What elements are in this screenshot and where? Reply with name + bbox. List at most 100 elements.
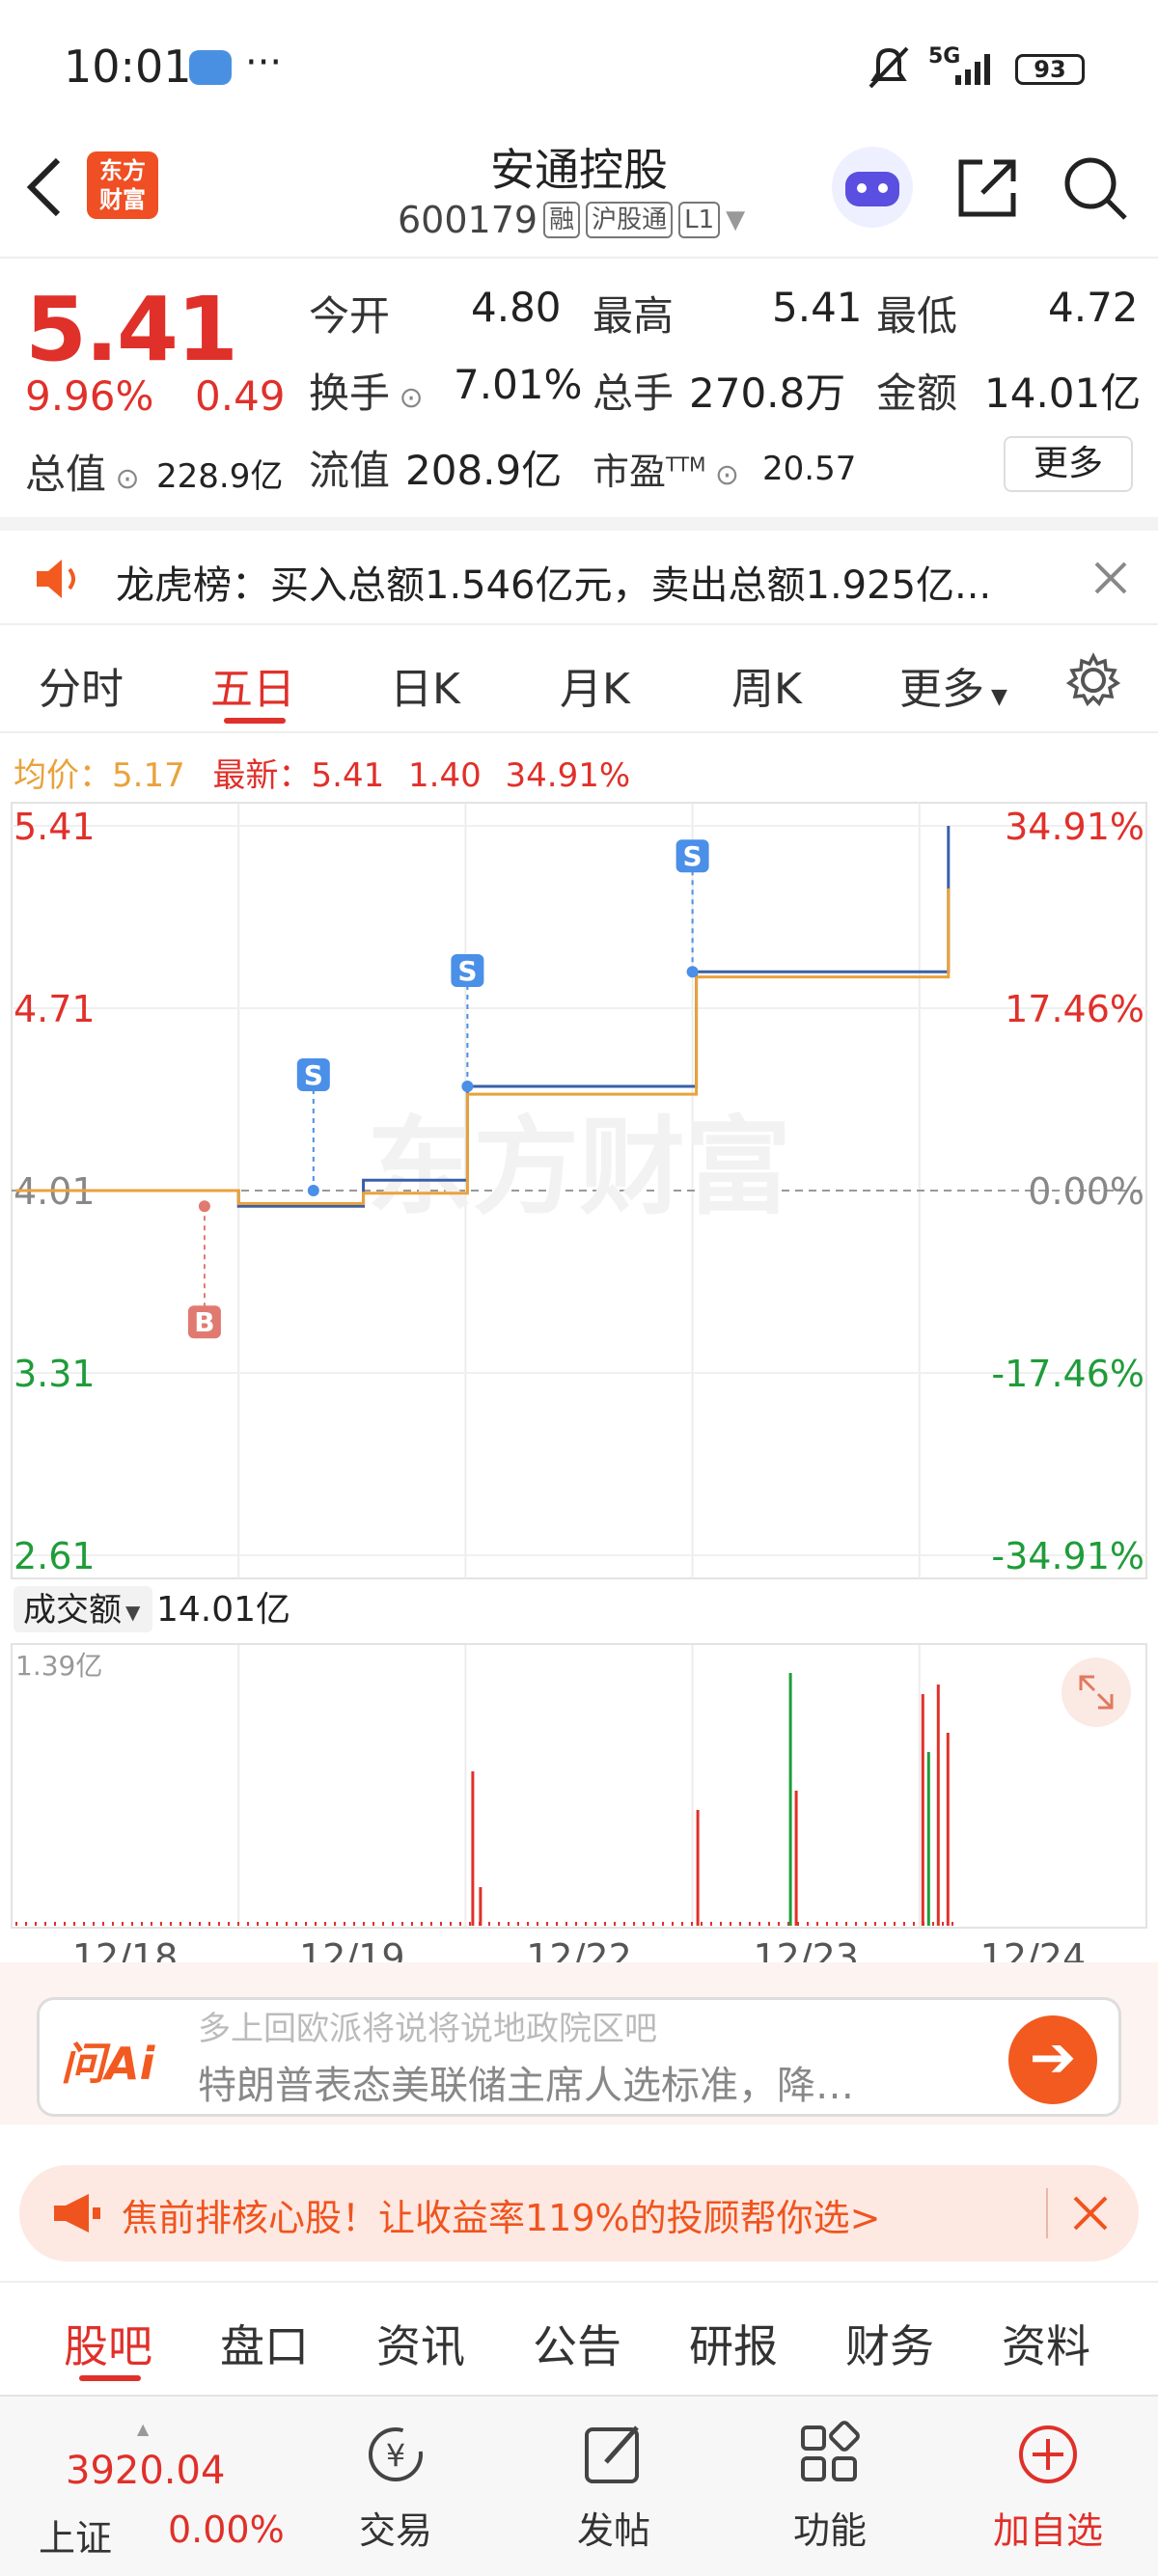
latest-pct: 34.91% xyxy=(505,756,631,795)
volume-bar xyxy=(228,1922,230,1926)
tab-profile[interactable]: 资料 xyxy=(1002,2312,1090,2375)
tab-research[interactable]: 研报 xyxy=(689,2312,778,2375)
volume-bar xyxy=(836,1922,838,1926)
tab-monthly-k[interactable]: 月K xyxy=(560,654,630,716)
volume-bar xyxy=(585,1922,587,1926)
volume-bar xyxy=(64,1922,66,1926)
mute-bell-icon xyxy=(868,46,909,89)
tab-guba[interactable]: 股吧 xyxy=(64,2312,152,2375)
tab-weekly-k[interactable]: 周K xyxy=(731,654,802,716)
volume-bar xyxy=(430,1922,432,1926)
volume-bar xyxy=(498,1922,500,1926)
ai-robot-avatar[interactable] xyxy=(832,147,913,228)
settings-gear-icon[interactable] xyxy=(1065,652,1121,708)
close-promo-icon[interactable] xyxy=(1071,2194,1110,2233)
volume-bar xyxy=(450,1922,452,1926)
dropdown-icon[interactable]: ▼ xyxy=(726,206,745,234)
bottom-nav: ▲ 3920.04 上证 0.00% ¥ 交易 发帖 功能 加自选 xyxy=(0,2395,1158,2576)
five-day-chart[interactable]: 东方财富 5.414.714.013.312.61 34.91%17.46%0.… xyxy=(0,799,1158,1976)
tab-five-day[interactable]: 五日 xyxy=(210,654,295,716)
content-tab-indicator xyxy=(79,2375,141,2381)
marker-label: S xyxy=(304,1059,323,1091)
volume-bar xyxy=(816,1922,818,1926)
volume-dropdown-icon[interactable]: ▼ xyxy=(125,1601,141,1624)
volume-bar xyxy=(913,1922,915,1926)
amount-value: 14.01亿 xyxy=(984,370,1142,417)
volume-bar xyxy=(15,1922,17,1926)
volume-bar xyxy=(652,1922,654,1926)
margin-tag: 融 xyxy=(543,202,581,238)
volume-bar xyxy=(344,1922,345,1926)
volume-bar xyxy=(662,1922,664,1926)
stock-subtitle: 600179 融 沪股通 L1 ▼ xyxy=(398,199,745,241)
volume-bar xyxy=(208,1922,210,1926)
grid-apps-icon xyxy=(801,2421,860,2481)
connect-tag: 沪股通 xyxy=(586,202,674,238)
volume-bar xyxy=(932,1922,934,1926)
close-icon[interactable] xyxy=(1092,560,1129,596)
volume-bar xyxy=(35,1922,37,1926)
volume-bar xyxy=(946,1733,950,1926)
change-percent: 9.96% xyxy=(25,372,154,420)
level-tag: L1 xyxy=(678,202,721,238)
nav-trade[interactable]: ¥ 交易 xyxy=(328,2420,463,2554)
status-bar: 10:01 ··· 5G 93 xyxy=(0,0,1158,135)
volume-bar xyxy=(826,1922,828,1926)
tab-orderbook[interactable]: 盘口 xyxy=(220,2312,309,2375)
volume-max-label: 1.39亿 xyxy=(15,1650,102,1682)
share-icon[interactable] xyxy=(953,152,1023,222)
right-tick-label: 17.46% xyxy=(1005,988,1144,1030)
quote-panel: 5.41 9.96% 0.49 总值 ⊙ 228.9亿 今开 4.80 最高 5… xyxy=(0,257,1158,517)
tab-announcements[interactable]: 公告 xyxy=(533,2312,621,2375)
volume-bar xyxy=(565,1922,567,1926)
volume-bar xyxy=(488,1922,490,1926)
search-icon[interactable] xyxy=(1060,152,1131,224)
volume-bar xyxy=(508,1922,510,1926)
ai-scroll-ghost: 多上回欧派将说将说地政院区吧 xyxy=(198,2010,657,2048)
tab-news[interactable]: 资讯 xyxy=(376,2312,465,2375)
volume-bar xyxy=(170,1922,172,1926)
volume-bar xyxy=(44,1922,46,1926)
current-price: 5.41 xyxy=(25,278,238,381)
amount-label: 金额 xyxy=(876,370,958,417)
volume-bar xyxy=(845,1922,847,1926)
volume-bar xyxy=(392,1922,394,1926)
nav-add-watchlist[interactable]: 加自选 xyxy=(980,2420,1116,2554)
volume-label: 总手 xyxy=(593,370,675,417)
avg-label: 均价： xyxy=(14,756,112,795)
turnover-label: 换手 ⊙ xyxy=(309,370,424,417)
volume-bar xyxy=(537,1922,538,1926)
volume-bar xyxy=(315,1922,317,1926)
avg-value: 5.17 xyxy=(112,756,185,795)
volume-bar xyxy=(874,1922,876,1926)
float-mcap-label: 流值 xyxy=(309,447,391,494)
volume-bar xyxy=(768,1922,770,1926)
more-dots: ··· xyxy=(245,41,283,85)
pe-label: 市盈TTM ⊙ xyxy=(593,451,740,493)
tab-daily-k[interactable]: 日K xyxy=(390,654,460,716)
ai-ask-box[interactable]: 问Ai 多上回欧派将说将说地政院区吧 特朗普表态美联储主席人选标准，降… ➔ xyxy=(37,1997,1121,2117)
change-amount: 0.49 xyxy=(195,372,286,420)
volume-bar xyxy=(112,1922,114,1926)
volume-bar xyxy=(421,1922,423,1926)
volume-bar xyxy=(517,1922,519,1926)
volume-bar xyxy=(141,1922,143,1926)
right-tick-label: -17.46% xyxy=(991,1353,1144,1395)
pe-value: 20.57 xyxy=(762,450,857,488)
promo-banner[interactable]: 焦前排核心股！让收益率119%的投顾帮你选> xyxy=(19,2165,1139,2261)
nav-functions[interactable]: 功能 xyxy=(762,2420,897,2554)
volume-bar xyxy=(237,1922,239,1926)
dragon-tiger-notice[interactable]: 龙虎榜：买入总额1.546亿元，卖出总额1.925亿... xyxy=(0,517,1158,625)
tab-financials[interactable]: 财务 xyxy=(845,2312,934,2375)
tab-intraday[interactable]: 分时 xyxy=(39,654,124,716)
battery-level: 93 xyxy=(1034,56,1066,83)
expand-icon-bg[interactable] xyxy=(1062,1658,1131,1727)
ai-go-button[interactable]: ➔ xyxy=(1008,2015,1097,2104)
volume-bar xyxy=(739,1922,741,1926)
more-metrics-button[interactable]: 更多 xyxy=(1004,436,1133,492)
volume-bar xyxy=(921,1694,924,1926)
volume-bar xyxy=(643,1922,645,1926)
nav-post[interactable]: 发帖 xyxy=(546,2420,681,2554)
volume-panel xyxy=(11,1643,1147,1929)
tab-more[interactable]: 更多 ▼ xyxy=(899,654,1007,716)
